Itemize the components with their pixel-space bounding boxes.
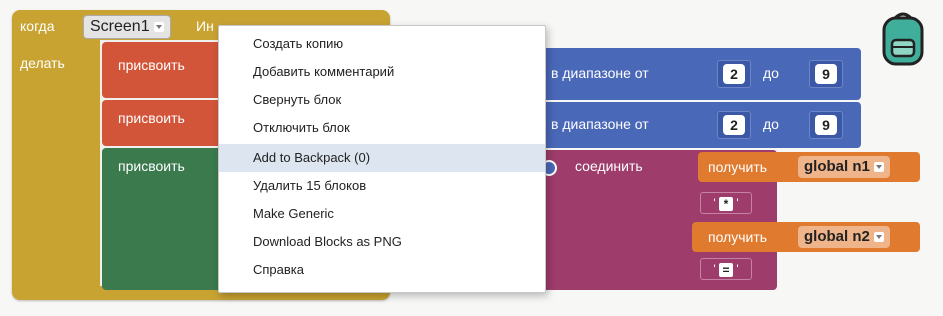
text-value[interactable]: = [719, 262, 733, 277]
range-block-2[interactable]: в диапазоне от 2 до 9 [541, 102, 861, 148]
context-menu: Создать копию Добавить комментарий Сверн… [218, 25, 546, 293]
set-label: присвоить [118, 158, 185, 174]
chevron-down-icon [873, 232, 884, 242]
backpack-icon[interactable] [878, 10, 928, 68]
variable-dropdown[interactable]: global n1 [798, 156, 890, 178]
range-from-label: в диапазоне от [551, 116, 649, 132]
menu-item-help[interactable]: Справка [219, 256, 545, 284]
text-literal-1[interactable]: ' * ' [700, 192, 752, 214]
chevron-down-icon [873, 162, 884, 172]
get-block-1[interactable]: получить global n1 [698, 152, 920, 182]
menu-item-download-png[interactable]: Download Blocks as PNG [219, 228, 545, 256]
number-slot: 2 [717, 111, 751, 139]
variable-name: global n2 [804, 228, 870, 245]
menu-item-disable-block[interactable]: Отключить блок [219, 114, 545, 142]
menu-item-duplicate[interactable]: Создать копию [219, 30, 545, 58]
number-slot: 9 [809, 60, 843, 88]
event-name-partial: Ин [196, 18, 214, 34]
range-from-value[interactable]: 2 [723, 115, 745, 135]
set-label: присвоить [118, 110, 185, 126]
chevron-down-icon [153, 22, 164, 32]
menu-item-make-generic[interactable]: Make Generic [219, 200, 545, 228]
get-block-2[interactable]: получить global n2 [692, 222, 920, 252]
range-from-value[interactable]: 2 [723, 64, 745, 84]
get-label: получить [708, 229, 768, 245]
text-literal-2[interactable]: ' = ' [700, 258, 752, 280]
variable-dropdown[interactable]: global n2 [798, 226, 890, 248]
text-value[interactable]: * [719, 196, 733, 211]
range-to-value[interactable]: 9 [815, 115, 837, 135]
get-label: получить [708, 159, 768, 175]
number-slot: 2 [717, 60, 751, 88]
menu-item-add-to-backpack[interactable]: Add to Backpack (0) [219, 144, 545, 172]
number-slot: 9 [809, 111, 843, 139]
component-name: Screen1 [90, 18, 150, 35]
menu-item-collapse-block[interactable]: Свернуть блок [219, 86, 545, 114]
range-to-value[interactable]: 9 [815, 64, 837, 84]
range-from-label: в диапазоне от [551, 65, 649, 81]
do-label: делать [20, 55, 65, 71]
join-label: соединить [575, 158, 643, 174]
range-block-1[interactable]: в диапазоне от 2 до 9 [541, 48, 861, 100]
range-to-label: до [763, 65, 779, 81]
range-to-label: до [763, 116, 779, 132]
component-dropdown[interactable]: Screen1 [83, 15, 171, 39]
menu-item-delete-blocks[interactable]: Удалить 15 блоков [219, 172, 545, 200]
variable-name: global n1 [804, 158, 870, 175]
menu-item-add-comment[interactable]: Добавить комментарий [219, 58, 545, 86]
set-label: присвоить [118, 57, 185, 73]
event-keyword: когда [20, 18, 55, 34]
